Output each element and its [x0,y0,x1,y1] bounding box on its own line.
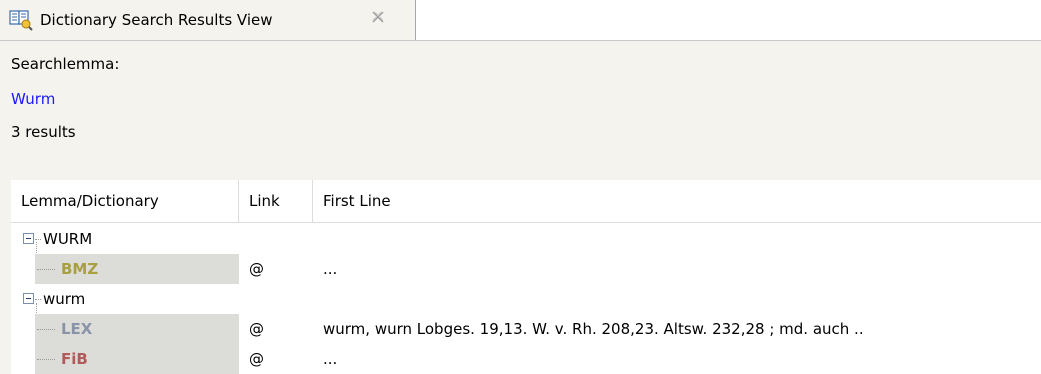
tab-title: Dictionary Search Results View [40,11,273,29]
collapse-toggle-icon[interactable] [23,233,34,244]
collapse-toggle-icon[interactable] [23,293,34,304]
link-cell[interactable]: @ [249,254,264,284]
tree-row-dictionary[interactable]: BMZ @ ... [11,254,1041,284]
tree-connector [37,359,55,360]
column-header-link[interactable]: Link [239,180,313,222]
search-lemma-value: Wurm [11,90,56,108]
dictionary-label: FiB [61,350,88,368]
lemma-label: WURM [43,230,93,248]
table-header: Lemma/Dictionary Link First Line [11,180,1041,223]
lemma-label: wurm [43,290,86,308]
dictionary-search-results-view: Dictionary Search Results View Searchlem… [0,0,1041,374]
first-line-cell: ... [323,350,338,368]
close-icon[interactable] [370,9,386,25]
dictionary-label: BMZ [61,260,99,278]
tab-dictionary-search-results-view[interactable]: Dictionary Search Results View [0,0,416,40]
tree-row-lemma[interactable]: WURM [11,224,1041,254]
tree-connector [35,239,41,240]
column-header-first-line[interactable]: First Line [313,180,1041,222]
link-cell[interactable]: @ [249,344,264,374]
tab-bar: Dictionary Search Results View [0,0,1041,41]
dictionary-search-icon [9,9,33,31]
tree-connector [37,329,55,330]
first-line-cell: ... [323,260,338,278]
tree-row-dictionary[interactable]: LEX @ wurm, wurn Lobges. 19,13. W. v. Rh… [11,314,1041,344]
tree-connector [37,269,55,270]
tree-row-dictionary[interactable]: FiB @ ... [11,344,1041,374]
first-line-cell: wurm, wurn Lobges. 19,13. W. v. Rh. 208,… [323,320,864,338]
results-count: 3 results [11,123,76,141]
link-cell[interactable]: @ [249,314,264,344]
tree-connector [35,299,41,300]
dictionary-label: LEX [61,320,93,338]
tree-row-lemma[interactable]: wurm [11,284,1041,314]
column-header-lemma-dictionary[interactable]: Lemma/Dictionary [11,180,239,222]
results-table: Lemma/Dictionary Link First Line WURM BM… [11,180,1041,374]
searchlemma-label: Searchlemma: [11,55,120,73]
